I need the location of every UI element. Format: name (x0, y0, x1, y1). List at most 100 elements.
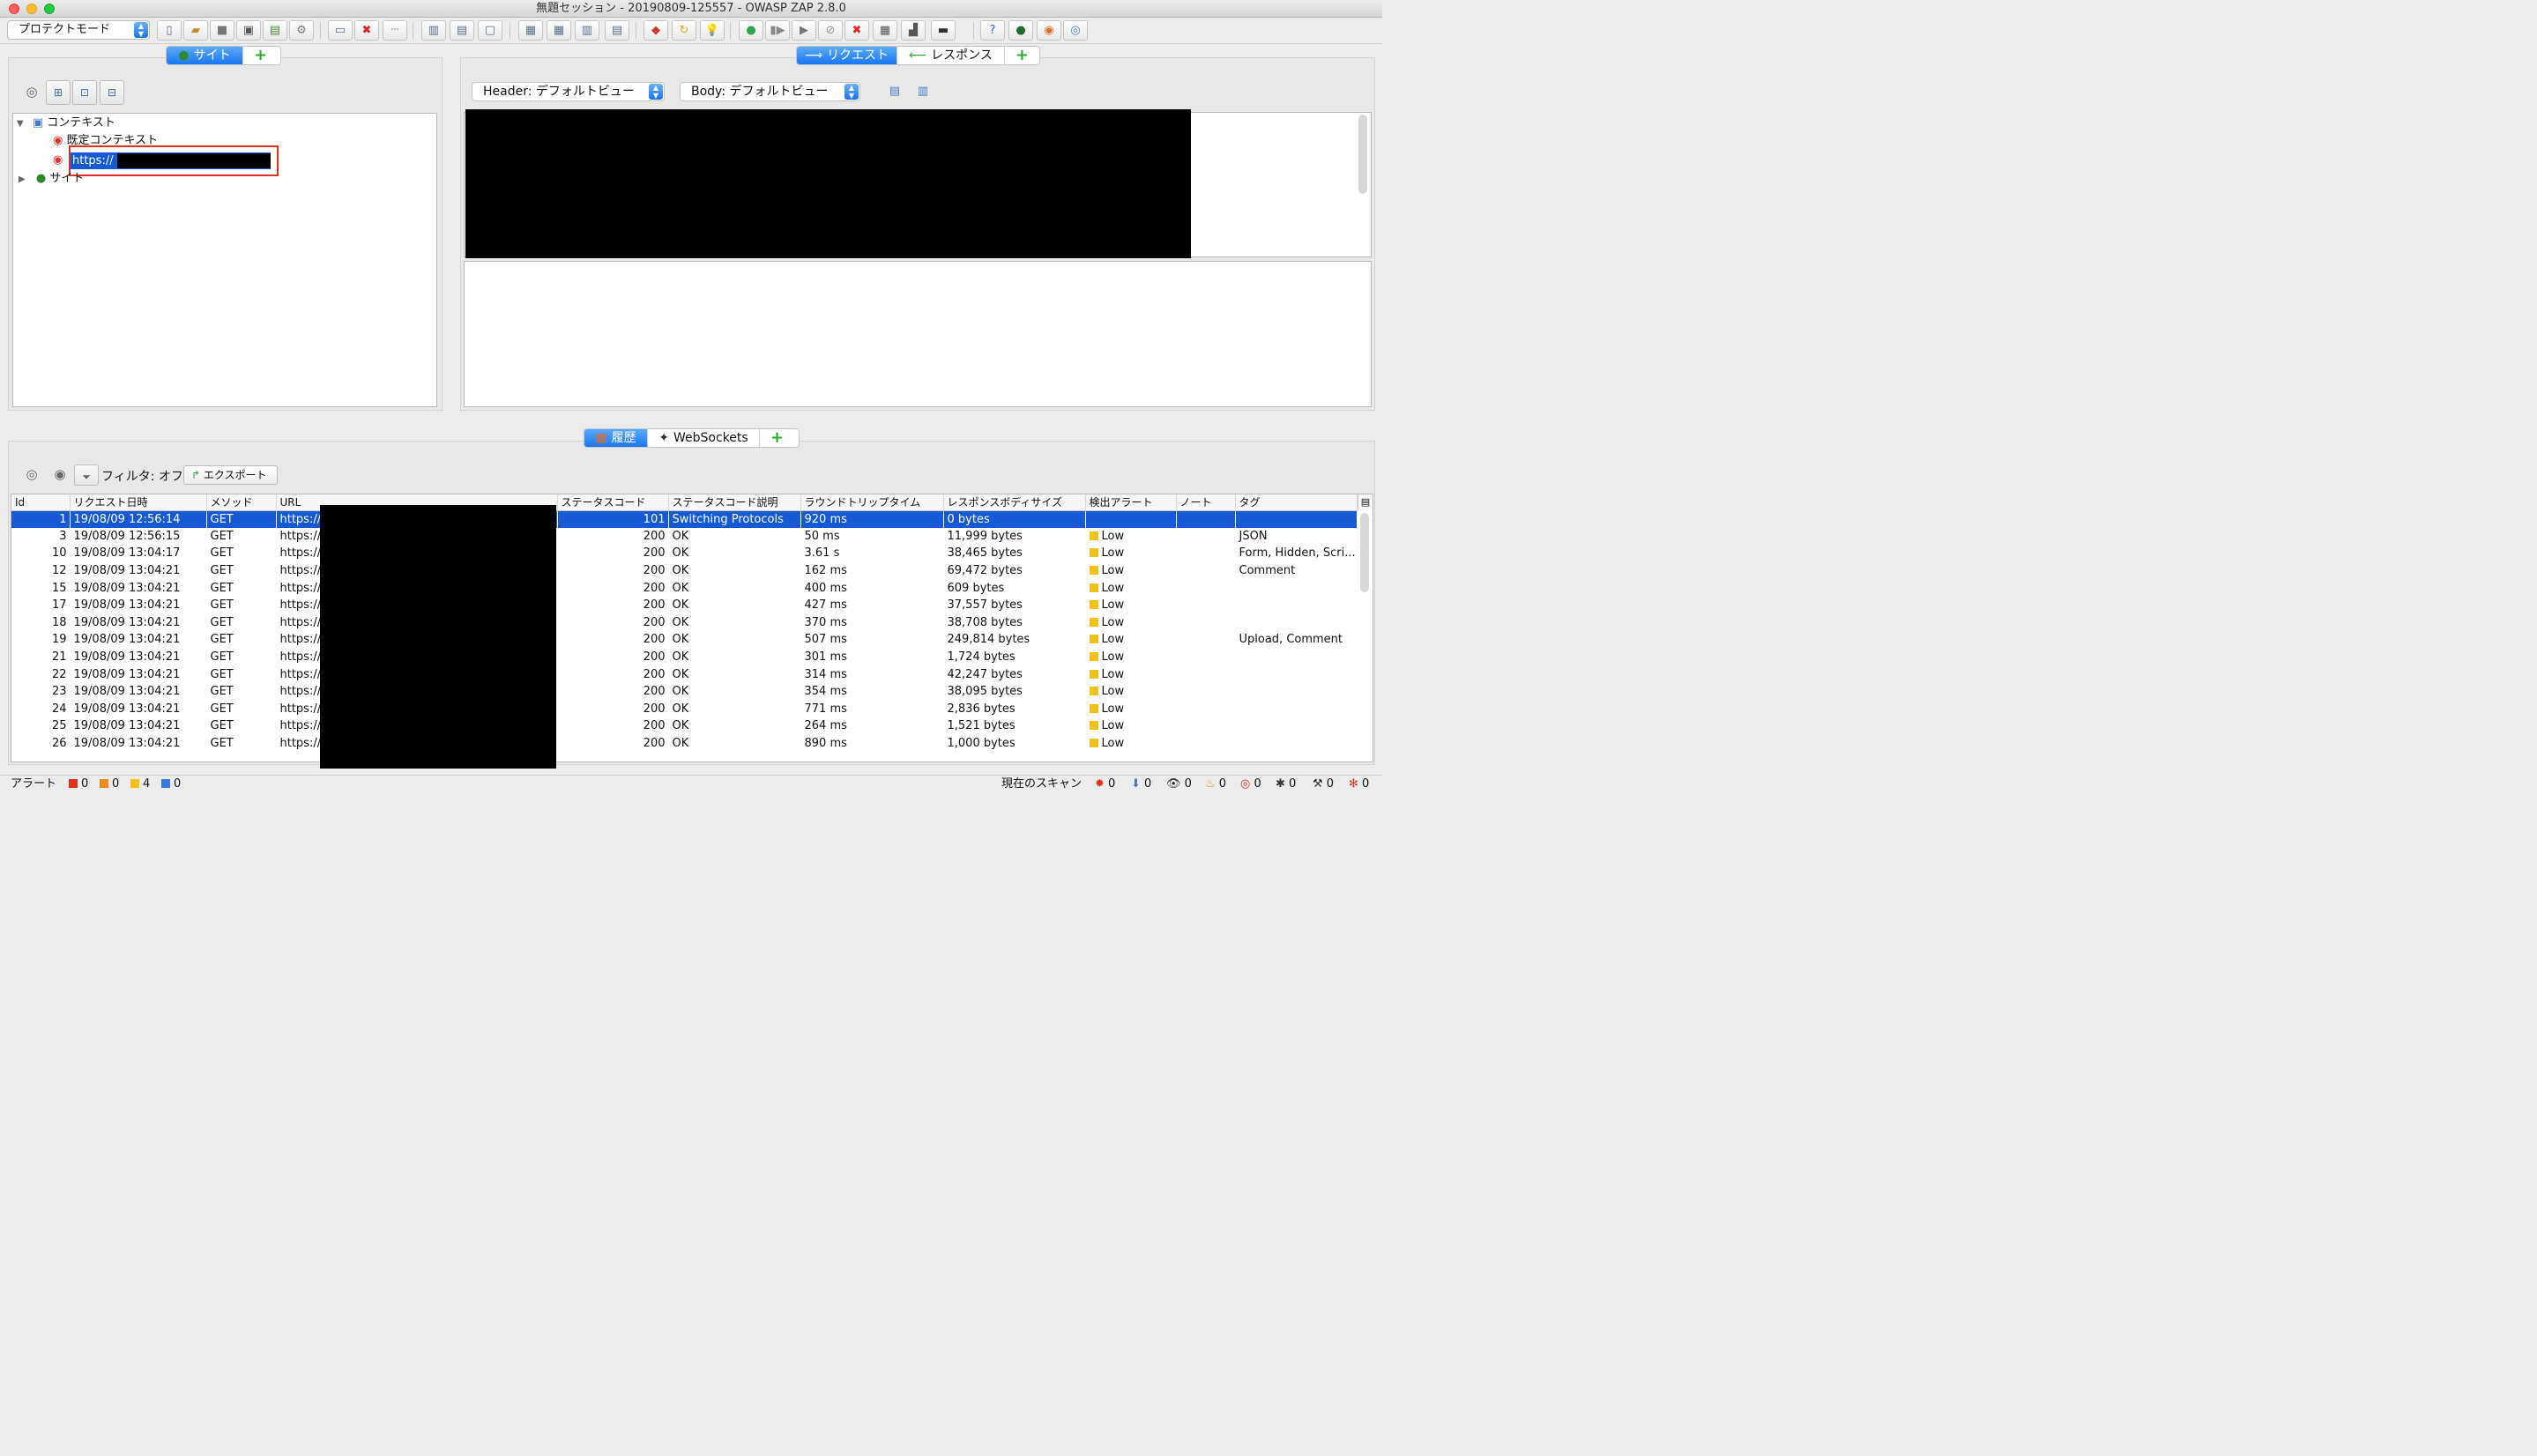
table-row[interactable]: 26 19/08/09 13:04:21 GET https:// 200 OK 890 m… (11, 735, 1357, 753)
alert-medium-count[interactable]: 0 (100, 776, 119, 793)
scan-count-passive[interactable]: 👁 0 (1166, 776, 1192, 793)
header-view-select[interactable]: Header: デフォルトビュー ▲ ▼ (472, 82, 665, 101)
column-header[interactable]: 検出アラート (1085, 494, 1177, 511)
export-context-button[interactable]: ⊟ (100, 80, 124, 105)
table-row[interactable]: 10 19/08/09 13:04:17 GET https:// 200 OK 3.61 … (11, 545, 1357, 562)
column-header[interactable]: ラウンドトリップタイム (800, 494, 944, 511)
options-gear-icon[interactable]: ⚙ (289, 20, 314, 41)
target-icon[interactable]: ◎ (19, 80, 44, 105)
tab-websockets[interactable]: ✦ WebSockets (648, 429, 760, 447)
tab-sites[interactable]: ● サイト (167, 47, 243, 64)
help-icon[interactable]: ? (980, 20, 1005, 41)
column-header[interactable]: タグ (1235, 494, 1358, 511)
break-all-icon[interactable]: ● (739, 20, 763, 41)
snapshot-session-icon[interactable]: ▣ (236, 20, 261, 41)
table-row[interactable]: 3 19/08/09 12:56:15 GET https:// 200 OK 50 ms 1… (11, 528, 1357, 546)
open-session-icon[interactable]: ▰ (183, 20, 208, 41)
tree-node-contexts[interactable]: ▼ ▣ コンテキスト (17, 115, 115, 131)
scan-count-forced[interactable]: ◎ 0 (1240, 776, 1261, 793)
scrollbar-thumb[interactable] (1358, 115, 1367, 194)
layout-side-icon[interactable]: ▢ (478, 20, 502, 41)
add-tab-button[interactable]: + (1005, 47, 1039, 64)
split-horizontal-icon[interactable]: ▤ (883, 82, 906, 101)
table-row[interactable]: 12 19/08/09 13:04:21 GET https:// 200 OK 162 m… (11, 562, 1357, 580)
layout-full-icon[interactable]: ▥ (421, 20, 446, 41)
disclosure-expanded-icon[interactable]: ▼ (17, 119, 24, 129)
scan-count-fuzzer[interactable]: ✱ 0 (1276, 776, 1296, 793)
tab-response[interactable]: ⟵ レスポンス (897, 47, 1005, 64)
check-updates-icon[interactable]: ↻ (672, 20, 696, 41)
chrome-icon[interactable]: ◎ (1063, 20, 1088, 41)
layout-tabs-icon[interactable]: ▤ (450, 20, 474, 41)
close-window-button[interactable] (9, 4, 19, 14)
split-view-icon[interactable]: ▥ (575, 20, 599, 41)
expand-view-icon[interactable]: ▤ (605, 20, 629, 41)
tab-request[interactable]: ⟶ リクエスト (797, 47, 897, 64)
target-icon[interactable]: ◎ (19, 463, 44, 487)
alert-high-count[interactable]: 0 (69, 776, 88, 793)
split-vertical-icon[interactable]: ▥ (911, 82, 934, 101)
new-context-icon[interactable]: ▭ (328, 20, 353, 41)
new-session-icon[interactable]: ▯ (157, 20, 182, 41)
column-chooser-icon[interactable]: ▤ (1358, 494, 1373, 510)
delete-context-icon[interactable]: ✖ (354, 20, 379, 41)
minimize-window-button[interactable] (26, 4, 37, 14)
scan-count-ajax[interactable]: ⬇ 0 (1131, 776, 1151, 793)
body-view-select[interactable]: Body: デフォルトビュー ▲ ▼ (680, 82, 860, 101)
scan-count-spider-ajax[interactable]: ✻ 0 (1349, 776, 1369, 793)
column-header[interactable]: ステータスコード説明 (668, 494, 801, 511)
scan-policy-icon[interactable]: ▦ (873, 20, 897, 41)
drop-icon[interactable]: ⊘ (818, 20, 843, 41)
add-tab-button[interactable]: + (760, 429, 794, 447)
step-icon[interactable]: ▮▶ (765, 20, 790, 41)
export-button[interactable]: ↱ エクスポート (183, 465, 278, 485)
scan-count-spider[interactable]: ✹ 0 (1095, 776, 1115, 793)
table-row[interactable]: 23 19/08/09 13:04:21 GET https:// 200 OK 354 m… (11, 683, 1357, 701)
show-tabs-icon[interactable]: ▦ (518, 20, 543, 41)
filter-funnel-icon[interactable]: ⏷ (74, 464, 99, 486)
save-session-icon[interactable]: ■ (210, 20, 234, 41)
request-body-text[interactable] (464, 261, 1372, 407)
zoom-window-button[interactable] (44, 4, 55, 14)
hint-bulb-icon[interactable]: 💡 (700, 20, 725, 41)
tree-node-new-context[interactable]: ◉ (53, 152, 63, 168)
table-row[interactable]: 18 19/08/09 13:04:21 GET https:// 200 OK 370 m… (11, 614, 1357, 632)
table-row[interactable]: 15 19/08/09 13:04:21 GET https:// 200 OK 400 m… (11, 579, 1357, 597)
column-header[interactable]: ステータスコード (557, 494, 669, 511)
link-icon[interactable]: ◉ (48, 463, 72, 487)
tab-history[interactable]: ▦ 履歴 (584, 429, 648, 447)
add-ons-icon[interactable]: ◆ (644, 20, 668, 41)
tree-node-sites[interactable]: ▶ ● サイト (19, 171, 84, 187)
mode-select[interactable]: プロテクトモード ▲ ▼ (7, 20, 150, 40)
session-properties-icon[interactable]: ▤ (263, 20, 287, 41)
table-row[interactable]: 17 19/08/09 13:04:21 GET https:// 200 OK 427 m… (11, 597, 1357, 614)
table-row[interactable]: 21 19/08/09 13:04:21 GET https:// 200 OK 301 m… (11, 649, 1357, 666)
table-row[interactable]: 1 19/08/09 12:56:14 GET https:// 101 Switchin… (11, 510, 1358, 528)
manage-scripts-icon[interactable]: ▟ (901, 20, 926, 41)
disclosure-collapsed-icon[interactable]: ▶ (19, 175, 26, 184)
export-context-icon[interactable]: ⋯ (383, 20, 407, 41)
delete-breakpoint-icon[interactable]: ✖ (844, 20, 869, 41)
alert-low-count[interactable]: 4 (130, 776, 150, 793)
add-tab-button[interactable]: + (243, 47, 278, 64)
hud-icon[interactable]: ● (1008, 20, 1033, 41)
column-header[interactable]: Id (11, 494, 71, 511)
table-row[interactable]: 19 19/08/09 13:04:21 GET https:// 200 OK 507 m… (11, 631, 1357, 649)
scan-count-tools[interactable]: ⚒ 0 (1313, 776, 1334, 793)
scrollbar-thumb[interactable] (1360, 513, 1369, 592)
column-header[interactable]: リクエスト日時 (70, 494, 207, 511)
column-header[interactable]: レスポンスボディサイズ (943, 494, 1086, 511)
table-row[interactable]: 22 19/08/09 13:04:21 GET https:// 200 OK 314 m… (11, 665, 1357, 683)
pin-tabs-icon[interactable]: ▦ (547, 20, 571, 41)
import-context-button[interactable]: ⊡ (72, 80, 97, 105)
scan-count-active[interactable]: ♨ 0 (1205, 776, 1226, 793)
table-row[interactable]: 25 19/08/09 13:04:21 GET https:// 200 OK 264 m… (11, 717, 1357, 735)
column-header[interactable]: メソッド (206, 494, 277, 511)
console-icon[interactable]: ▬ (931, 20, 956, 41)
column-header[interactable]: ノート (1176, 494, 1236, 511)
new-context-button[interactable]: ⊞ (46, 80, 71, 105)
alert-info-count[interactable]: 0 (161, 776, 181, 793)
firefox-icon[interactable]: ◉ (1037, 20, 1061, 41)
table-row[interactable]: 24 19/08/09 13:04:21 GET https:// 200 OK 771 m… (11, 701, 1357, 718)
continue-icon[interactable]: ▶ (792, 20, 816, 41)
